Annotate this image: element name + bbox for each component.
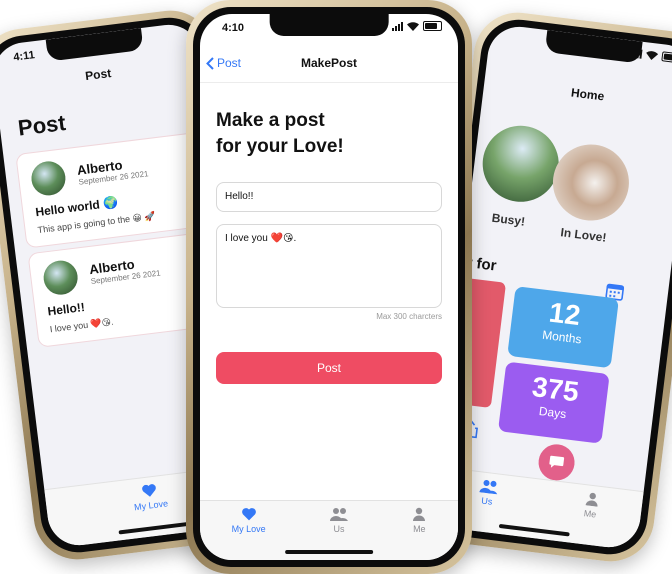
headline-line: for your Love! (216, 136, 344, 157)
tab-label: Us (480, 495, 493, 507)
tab-my-love[interactable]: My Love (232, 507, 266, 560)
post-button[interactable]: Post (216, 352, 442, 384)
status-icons (392, 21, 442, 31)
tab-label: My Love (133, 498, 169, 513)
avatar (29, 159, 68, 198)
avatar (41, 258, 80, 297)
people-icon (478, 479, 497, 495)
center-phone: 4:10 Post MakePost Make a post for your … (186, 0, 472, 574)
status-time: 4:10 (222, 22, 245, 34)
people-icon (330, 508, 348, 521)
page-title: Make a post for your Love! (216, 108, 416, 160)
home-indicator (285, 550, 373, 554)
tab-me[interactable]: Me (412, 507, 426, 560)
photo-label: In Love! (559, 225, 608, 245)
headline-line: Make a post (216, 110, 325, 131)
photo-label: Busy! (491, 210, 526, 229)
months-tile: 12 Months (507, 286, 619, 369)
post-title-field[interactable]: Hello!! (216, 182, 442, 212)
tab-us[interactable]: Us (473, 478, 499, 533)
chat-button[interactable] (536, 442, 577, 483)
post-body-field[interactable]: I love you ❤️😘. (216, 224, 442, 308)
status-time: 4:11 (12, 49, 36, 64)
person-icon (585, 492, 597, 507)
wifi-icon (646, 50, 659, 60)
center-phone-screen: 4:10 Post MakePost Make a post for your … (200, 14, 458, 560)
tab-label: Me (413, 524, 426, 534)
chat-bubble-icon (549, 455, 565, 468)
profile-photo[interactable] (478, 121, 564, 207)
partner-photo[interactable] (548, 140, 634, 225)
notch (269, 14, 389, 36)
tab-label: My Love (231, 524, 266, 534)
center-phone-bezel: 4:10 Post MakePost Make a post for your … (193, 7, 465, 567)
tab-label: Us (333, 524, 345, 534)
page-title: Post (16, 110, 67, 141)
tab-me[interactable]: Me (579, 491, 599, 545)
tab-label: Me (583, 508, 597, 520)
wifi-icon (407, 21, 419, 31)
navigation-bar: Post MakePost (200, 48, 458, 83)
character-limit-hint: Max 300 charcters (376, 312, 442, 321)
nav-title: Home (570, 85, 606, 104)
signal-icon (392, 21, 403, 31)
battery-icon (661, 51, 672, 64)
days-tile: 375 Days (497, 361, 610, 444)
nav-title: MakePost (300, 56, 358, 70)
battery-icon (423, 21, 442, 31)
person-icon (413, 507, 426, 521)
heart-icon (241, 508, 256, 521)
heart-icon (142, 484, 156, 497)
